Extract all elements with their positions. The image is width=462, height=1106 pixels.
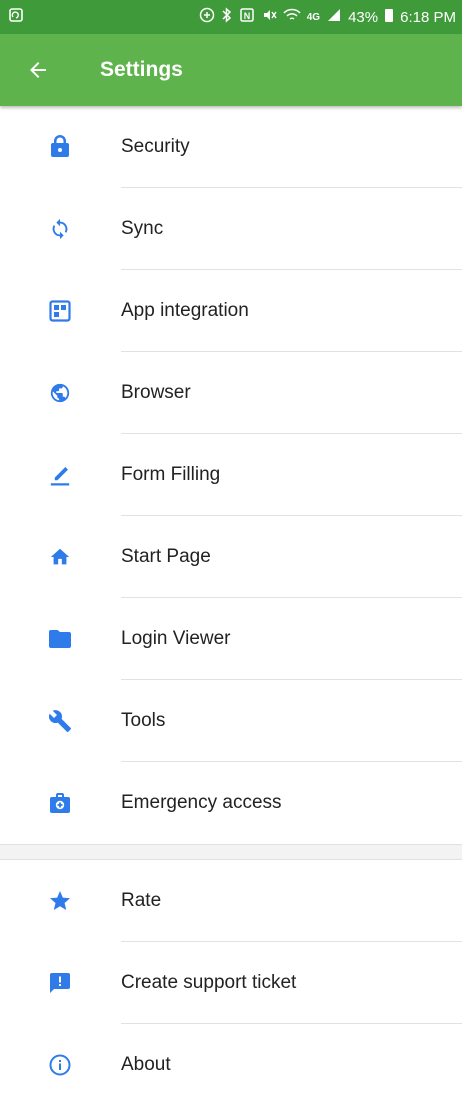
- pencil-icon: [48, 463, 72, 487]
- menu-item-label: Start Page: [121, 546, 211, 567]
- status-left: [8, 7, 24, 27]
- app-integration-icon: [48, 299, 72, 323]
- menu-item-label: App integration: [121, 300, 249, 321]
- menu-item-app-integration[interactable]: App integration: [0, 270, 462, 352]
- screenshot-notification-icon: [8, 7, 24, 27]
- menu-item-browser[interactable]: Browser: [0, 352, 462, 434]
- menu-item-start-page[interactable]: Start Page: [0, 516, 462, 598]
- back-button[interactable]: [8, 34, 68, 106]
- first-aid-icon: [48, 791, 72, 815]
- app-bar: Settings: [0, 34, 462, 106]
- bluetooth-icon: [221, 7, 233, 27]
- menu-item-label: Rate: [121, 890, 162, 911]
- nfc-icon: N: [239, 7, 255, 27]
- menu-item-label: Emergency access: [121, 792, 282, 813]
- menu-item-emergency-access[interactable]: Emergency access: [0, 762, 462, 844]
- page-title: Settings: [100, 58, 183, 81]
- globe-icon: [48, 381, 72, 405]
- info-icon: [48, 1053, 72, 1077]
- wrench-icon: [48, 709, 72, 733]
- svg-text:N: N: [244, 11, 251, 21]
- menu-item-label: Tools: [121, 710, 166, 731]
- mute-icon: [261, 7, 277, 27]
- home-icon: [48, 545, 72, 569]
- menu-item-label: Browser: [121, 382, 191, 403]
- menu-item-create-support-ticket[interactable]: Create support ticket: [0, 942, 462, 1024]
- menu-item-form-filling[interactable]: Form Filling: [0, 434, 462, 516]
- menu-item-label: Sync: [121, 218, 164, 239]
- data-saver-icon: [199, 7, 215, 27]
- folder-icon: [48, 627, 72, 651]
- menu-item-label: About: [121, 1054, 171, 1075]
- star-icon: [48, 889, 72, 913]
- status-bar: N 4G 43% 6:18 PM: [0, 0, 462, 34]
- network-type: 4G: [306, 11, 321, 23]
- feedback-icon: [48, 971, 72, 995]
- menu-item-label: Form Filling: [121, 464, 221, 485]
- menu-item-label: Create support ticket: [121, 972, 297, 993]
- battery-percent: 43%: [348, 8, 379, 26]
- battery-icon: [384, 7, 394, 27]
- menu-item-rate[interactable]: Rate: [0, 860, 462, 942]
- sync-icon: [48, 217, 72, 241]
- menu-item-login-viewer[interactable]: Login Viewer: [0, 598, 462, 680]
- settings-list: Security Sync App integration Browser Fo…: [0, 106, 462, 1106]
- signal-icon: [326, 7, 342, 27]
- menu-item-sync[interactable]: Sync: [0, 188, 462, 270]
- arrow-left-icon: [30, 62, 46, 78]
- menu-item-label: Security: [121, 136, 190, 157]
- menu-item-security[interactable]: Security: [0, 106, 462, 188]
- wifi-icon: [283, 7, 301, 27]
- status-right: N 4G 43% 6:18 PM: [199, 7, 456, 27]
- menu-item-about[interactable]: About: [0, 1024, 462, 1106]
- clock: 6:18 PM: [400, 8, 456, 26]
- menu-item-label: Login Viewer: [121, 628, 231, 649]
- section-separator: [0, 844, 462, 860]
- lock-icon: [48, 135, 72, 159]
- menu-item-tools[interactable]: Tools: [0, 680, 462, 762]
